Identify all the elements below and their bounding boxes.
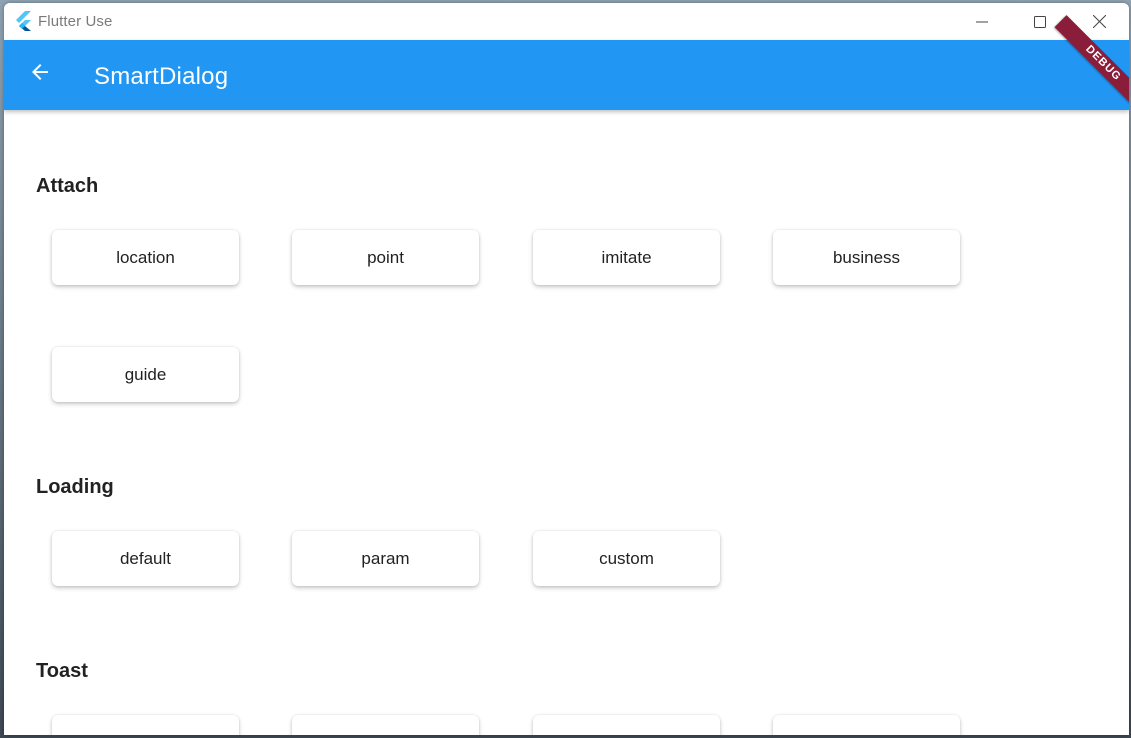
- flutter-logo-icon: [14, 11, 32, 31]
- loading-default-button[interactable]: default: [52, 531, 239, 586]
- attach-point-button[interactable]: point: [292, 230, 479, 285]
- arrow-back-icon: [28, 60, 52, 89]
- close-icon: [1092, 15, 1106, 28]
- section-title-toast: Toast: [36, 660, 88, 682]
- toast-button-2[interactable]: [292, 715, 479, 735]
- window-title: Flutter Use: [38, 13, 113, 30]
- app-bar: SmartDialog DEBUG: [4, 15, 1129, 112]
- toast-button-1[interactable]: [52, 715, 239, 735]
- attach-imitate-button[interactable]: imitate: [533, 230, 720, 285]
- attach-business-button[interactable]: business: [773, 230, 960, 285]
- attach-location-button[interactable]: location: [52, 230, 239, 285]
- section-title-loading: Loading: [36, 476, 114, 498]
- maximize-icon: [1034, 15, 1046, 28]
- minimize-icon: [976, 16, 988, 28]
- attach-guide-button[interactable]: guide: [52, 347, 239, 402]
- loading-param-button[interactable]: param: [292, 531, 479, 586]
- window-titlebar: Flutter Use: [4, 3, 1129, 40]
- toast-button-4[interactable]: [773, 715, 960, 735]
- main-content: Attach location point imitate business g…: [4, 110, 1129, 735]
- section-title-attach: Attach: [36, 175, 99, 197]
- loading-custom-button[interactable]: custom: [533, 531, 720, 586]
- app-window: Flutter Use SmartDialog DEBUG Attach loc…: [4, 3, 1129, 735]
- back-button[interactable]: [18, 52, 62, 96]
- page-title: SmartDialog: [94, 63, 229, 90]
- toast-button-3[interactable]: [533, 715, 720, 735]
- minimize-button[interactable]: [953, 3, 1011, 40]
